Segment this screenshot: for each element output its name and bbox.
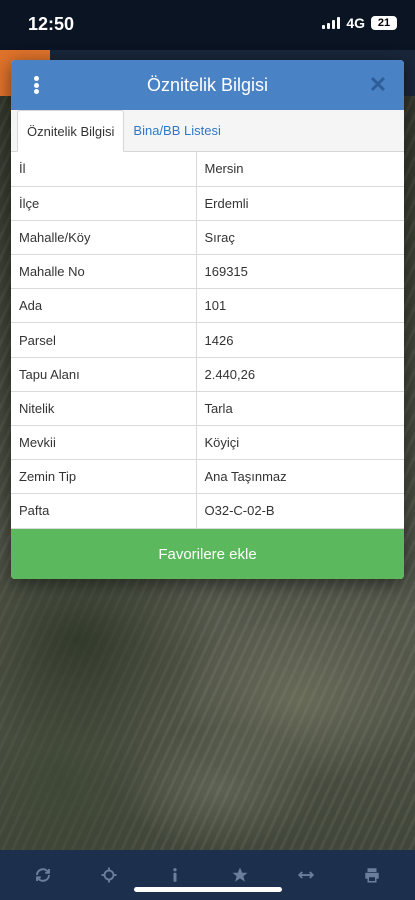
attribute-key: İlçe [11,186,197,221]
table-row: Parsel 1426 [11,322,404,358]
attribute-key: Parsel [11,322,197,358]
attribute-value: 169315 [196,254,404,290]
measure-icon[interactable] [291,860,321,890]
attribute-value: 2.440,26 [196,357,404,392]
dialog-title: Öznitelik Bilgisi [146,74,269,95]
bottom-toolbar [0,850,415,900]
star-icon[interactable] [225,860,255,890]
table-row: Mevkii Köyiçi [11,425,404,461]
refresh-icon[interactable] [28,860,58,890]
attribute-value: Erdemli [196,186,404,221]
add-favorite-button[interactable]: Favorilere ekle [11,529,404,579]
attribute-key: Mevkii [11,425,197,461]
info-icon[interactable] [160,860,190,890]
attribute-value: Köyiçi [196,425,404,461]
status-time: 12:50 [28,14,75,34]
table-row: Zemin Tip Ana Taşınmaz [11,459,404,495]
battery-level: 21 [377,17,391,29]
attribute-dialog: Öznitelik Bilgisi ✕ Öznitelik Bilgisi Bi… [11,60,404,579]
table-row: Pafta O32-C-02-B [11,493,404,529]
tab-attribute-info[interactable]: Öznitelik Bilgisi [17,110,125,152]
battery-icon: 21 [371,16,397,30]
status-bar: 12:50 4G 21 [0,0,415,50]
attribute-table: İl Mersin İlçe Erdemli Mahalle/Köy Sıraç Mahal… [11,152,404,529]
attribute-key: Ada [11,288,197,324]
table-row: İl Mersin [11,152,404,187]
table-row: Nitelik Tarla [11,391,404,427]
attribute-value: O32-C-02-B [196,493,404,529]
attribute-key: Nitelik [11,391,197,427]
attribute-value: Tarla [196,391,404,427]
signal-icon [322,17,341,29]
attribute-key: Pafta [11,493,197,529]
close-icon[interactable]: ✕ [366,73,390,97]
network-label: 4G [346,15,365,31]
attribute-value: Sıraç [196,220,404,256]
more-vertical-icon[interactable] [33,76,39,94]
dialog-header: Öznitelik Bilgisi ✕ [11,60,404,110]
attribute-key: Tapu Alanı [11,357,197,392]
home-indicator[interactable] [134,887,282,892]
attribute-key: İl [11,152,197,187]
attribute-value: 101 [196,288,404,324]
attribute-value: Mersin [196,152,404,187]
attribute-value: Ana Taşınmaz [196,459,404,495]
crosshair-icon[interactable] [94,860,124,890]
attribute-key: Mahalle/Köy [11,220,197,256]
attribute-key: Mahalle No [11,254,197,290]
table-row: Ada 101 [11,288,404,324]
table-row: İlçe Erdemli [11,186,404,221]
table-row: Tapu Alanı 2.440,26 [11,357,404,392]
attribute-value: 1426 [196,322,404,358]
tab-bar: Öznitelik Bilgisi Bina/BB Listesi [11,110,404,152]
attribute-key: Zemin Tip [11,459,197,495]
table-row: Mahalle/Köy Sıraç [11,220,404,256]
print-icon[interactable] [357,860,387,890]
tab-building-list[interactable]: Bina/BB Listesi [124,109,229,151]
table-row: Mahalle No 169315 [11,254,404,290]
